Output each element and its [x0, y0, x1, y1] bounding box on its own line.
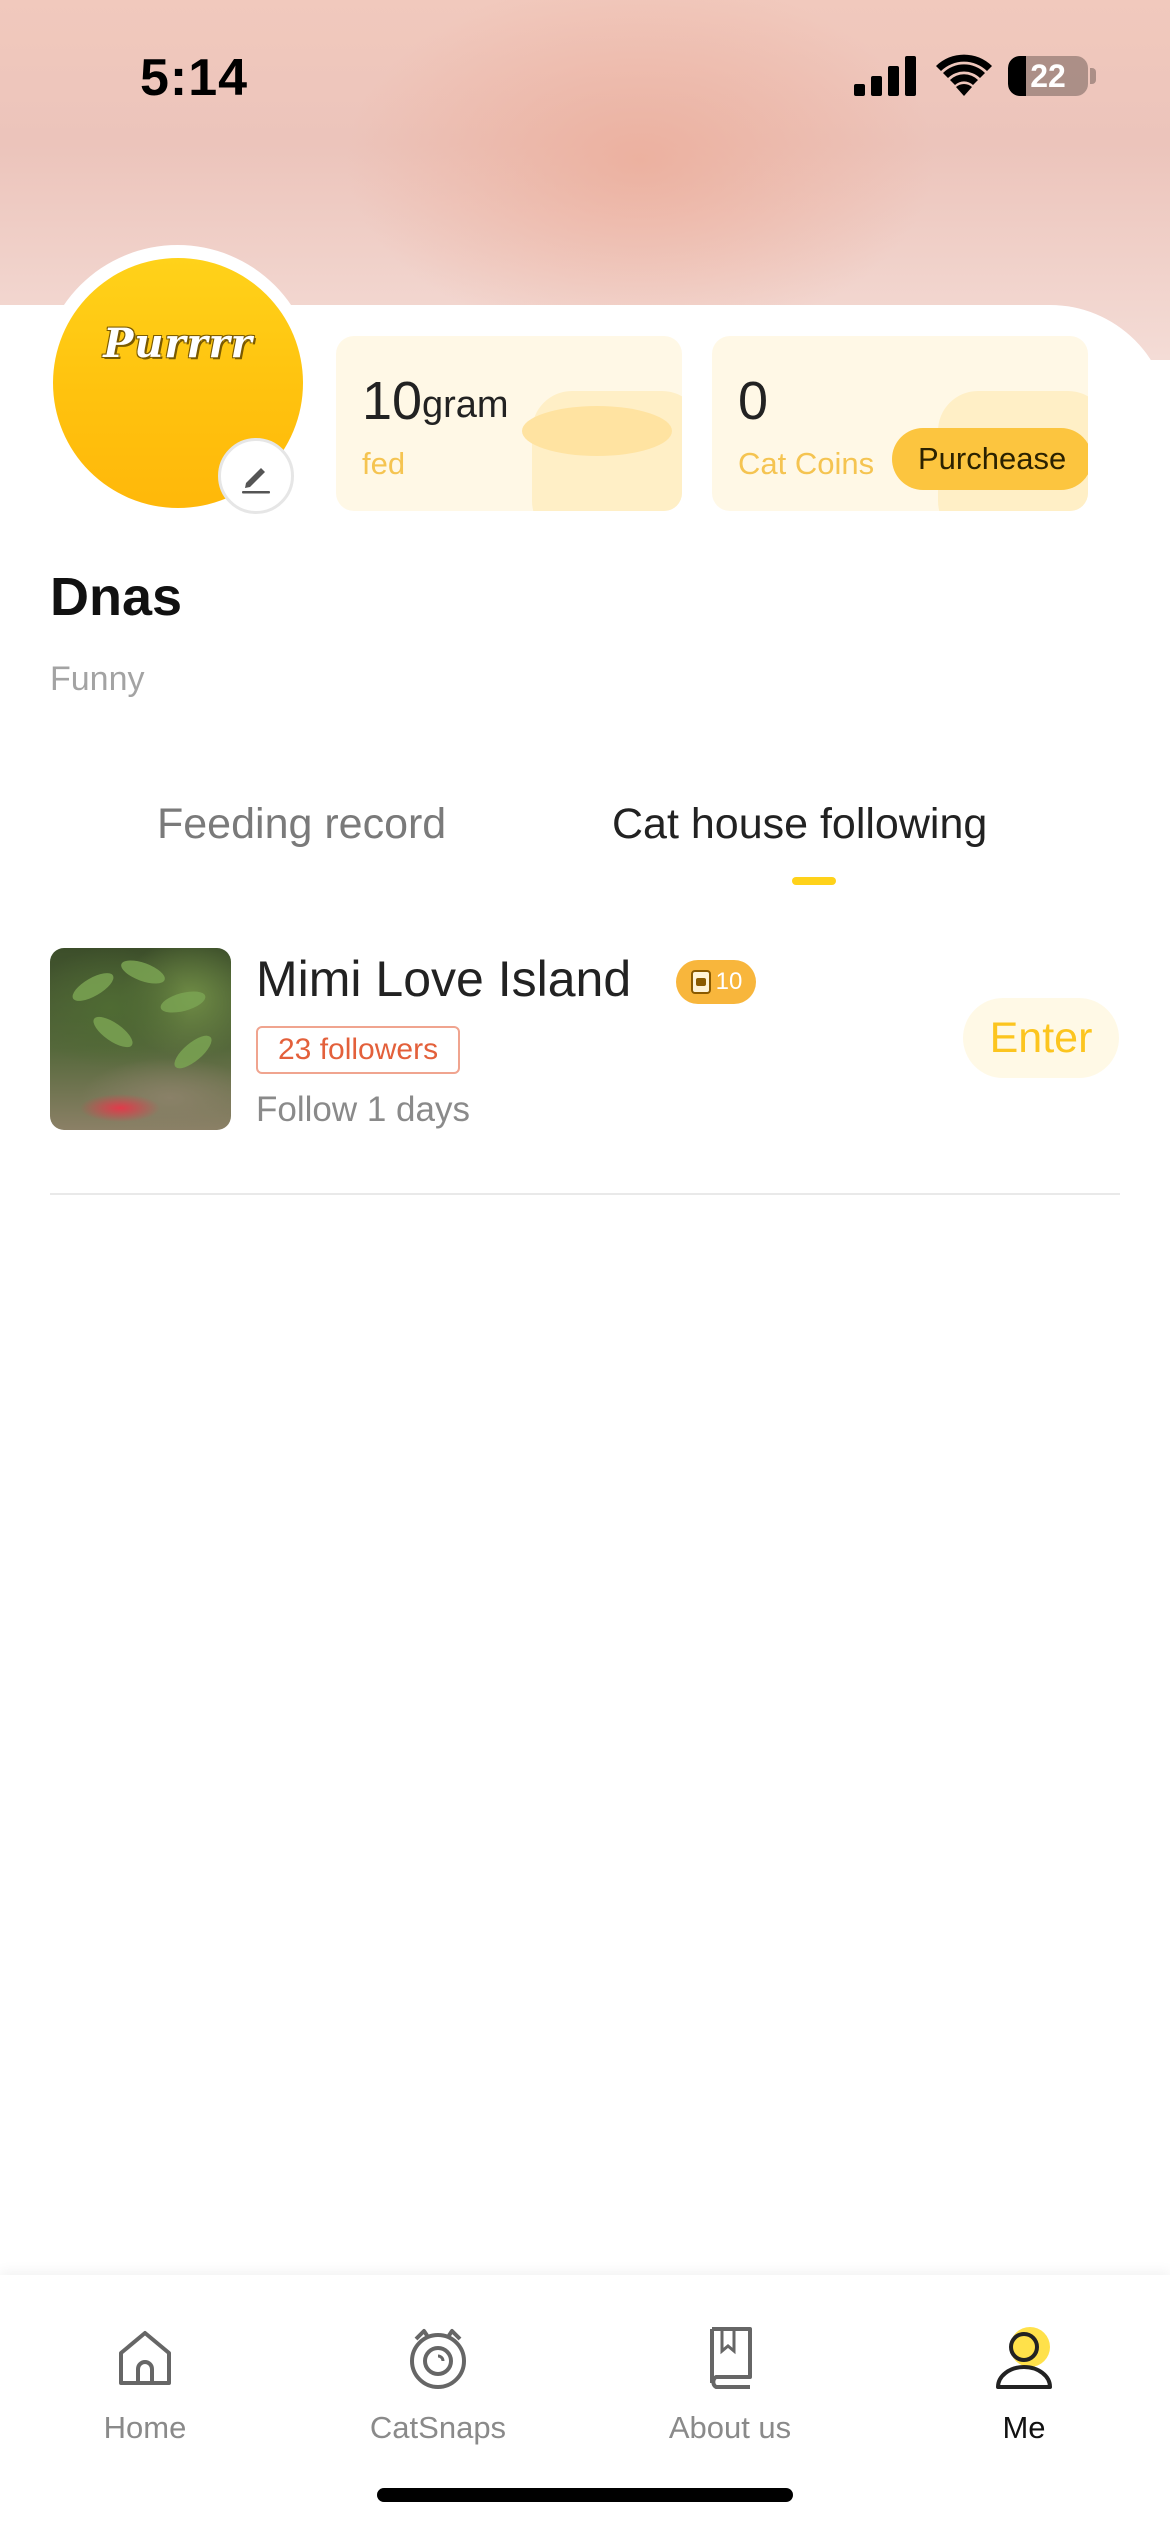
nav-about-us[interactable]: About us [630, 2325, 830, 2475]
nav-catsnaps[interactable]: CatSnaps [338, 2325, 538, 2475]
nav-home-label: Home [103, 2410, 187, 2445]
enter-button[interactable]: Enter [963, 998, 1119, 1078]
avatar-logo-text: Purrrr [103, 320, 253, 367]
followers-tag: 23 followers [256, 1026, 461, 1074]
active-tab-indicator [792, 877, 836, 885]
coins-value: 0 [738, 371, 769, 431]
fed-stat-card: 10 gram fed [336, 336, 682, 511]
list-item[interactable]: Mimi Love Island 10 23 followers Follow … [0, 940, 1170, 1195]
list-divider [50, 1193, 1120, 1195]
fed-unit: gram [422, 384, 509, 426]
person-icon [996, 2327, 1052, 2389]
coins-stat-card: 0 Cat Coins Purchease [712, 336, 1088, 511]
fed-value: 10 [362, 371, 423, 431]
nav-me[interactable]: Me [924, 2325, 1124, 2475]
status-bar: 5:14 22 [0, 0, 1170, 150]
cat-camera-icon [410, 2329, 466, 2389]
follow-days: Follow 1 days [256, 1090, 470, 1129]
pencil-icon [242, 468, 270, 494]
fed-label: fed [362, 446, 406, 481]
house-icon [119, 2331, 171, 2385]
battery-icon: 22 [1008, 56, 1088, 96]
status-time: 5:14 [140, 49, 249, 107]
cellular-signal-icon [854, 56, 916, 96]
tab-feeding-record[interactable]: Feeding record [157, 800, 446, 849]
edit-profile-button[interactable] [218, 438, 294, 514]
nav-me-label: Me [1002, 2410, 1046, 2445]
food-bag-icon [690, 970, 711, 994]
battery-cap [1090, 68, 1096, 84]
user-name: Dnas [50, 567, 183, 627]
nav-about-us-label: About us [668, 2410, 792, 2445]
nav-catsnaps-label: CatSnaps [369, 2410, 507, 2445]
cat-house-title: Mimi Love Island [256, 951, 632, 1007]
coins-label: Cat Coins [738, 446, 875, 481]
book-icon [710, 2327, 752, 2389]
purchase-button[interactable]: Purchease [892, 428, 1088, 490]
nav-home[interactable]: Home [45, 2325, 245, 2475]
coin-badge: 10 [676, 960, 756, 1004]
user-bio: Funny [50, 660, 145, 698]
wifi-icon [936, 54, 992, 96]
home-indicator [377, 2488, 793, 2502]
cat-house-thumbnail [50, 948, 231, 1130]
coin-badge-value: 10 [715, 968, 743, 995]
battery-level: 22 [1030, 58, 1066, 94]
tab-cat-house-following[interactable]: Cat house following [612, 800, 987, 849]
bowl-rim-decoration [522, 406, 672, 456]
